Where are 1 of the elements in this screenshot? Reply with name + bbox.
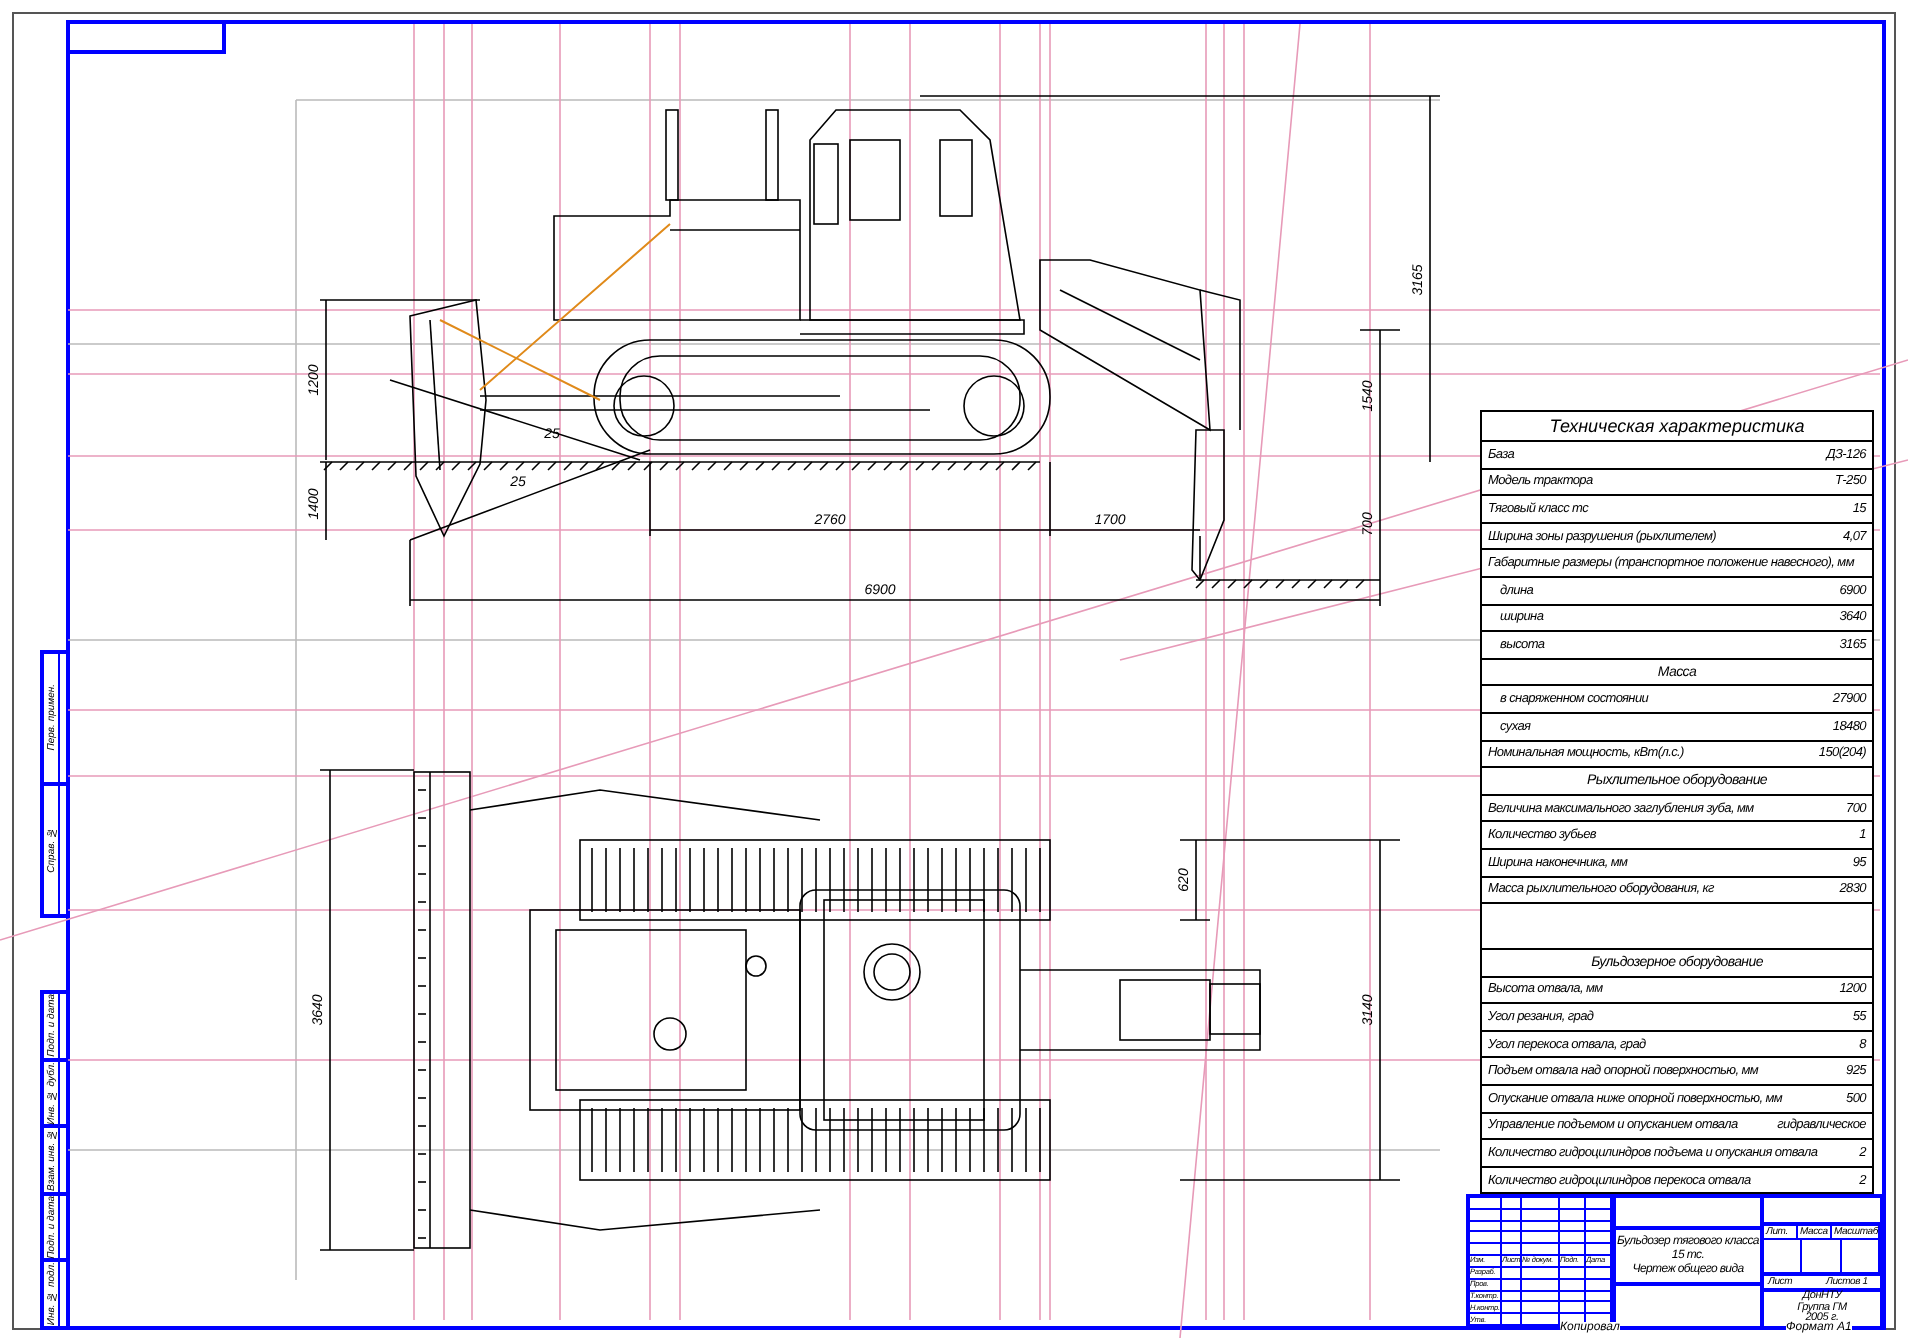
- table-title: Техническая характеристика: [1549, 416, 1805, 436]
